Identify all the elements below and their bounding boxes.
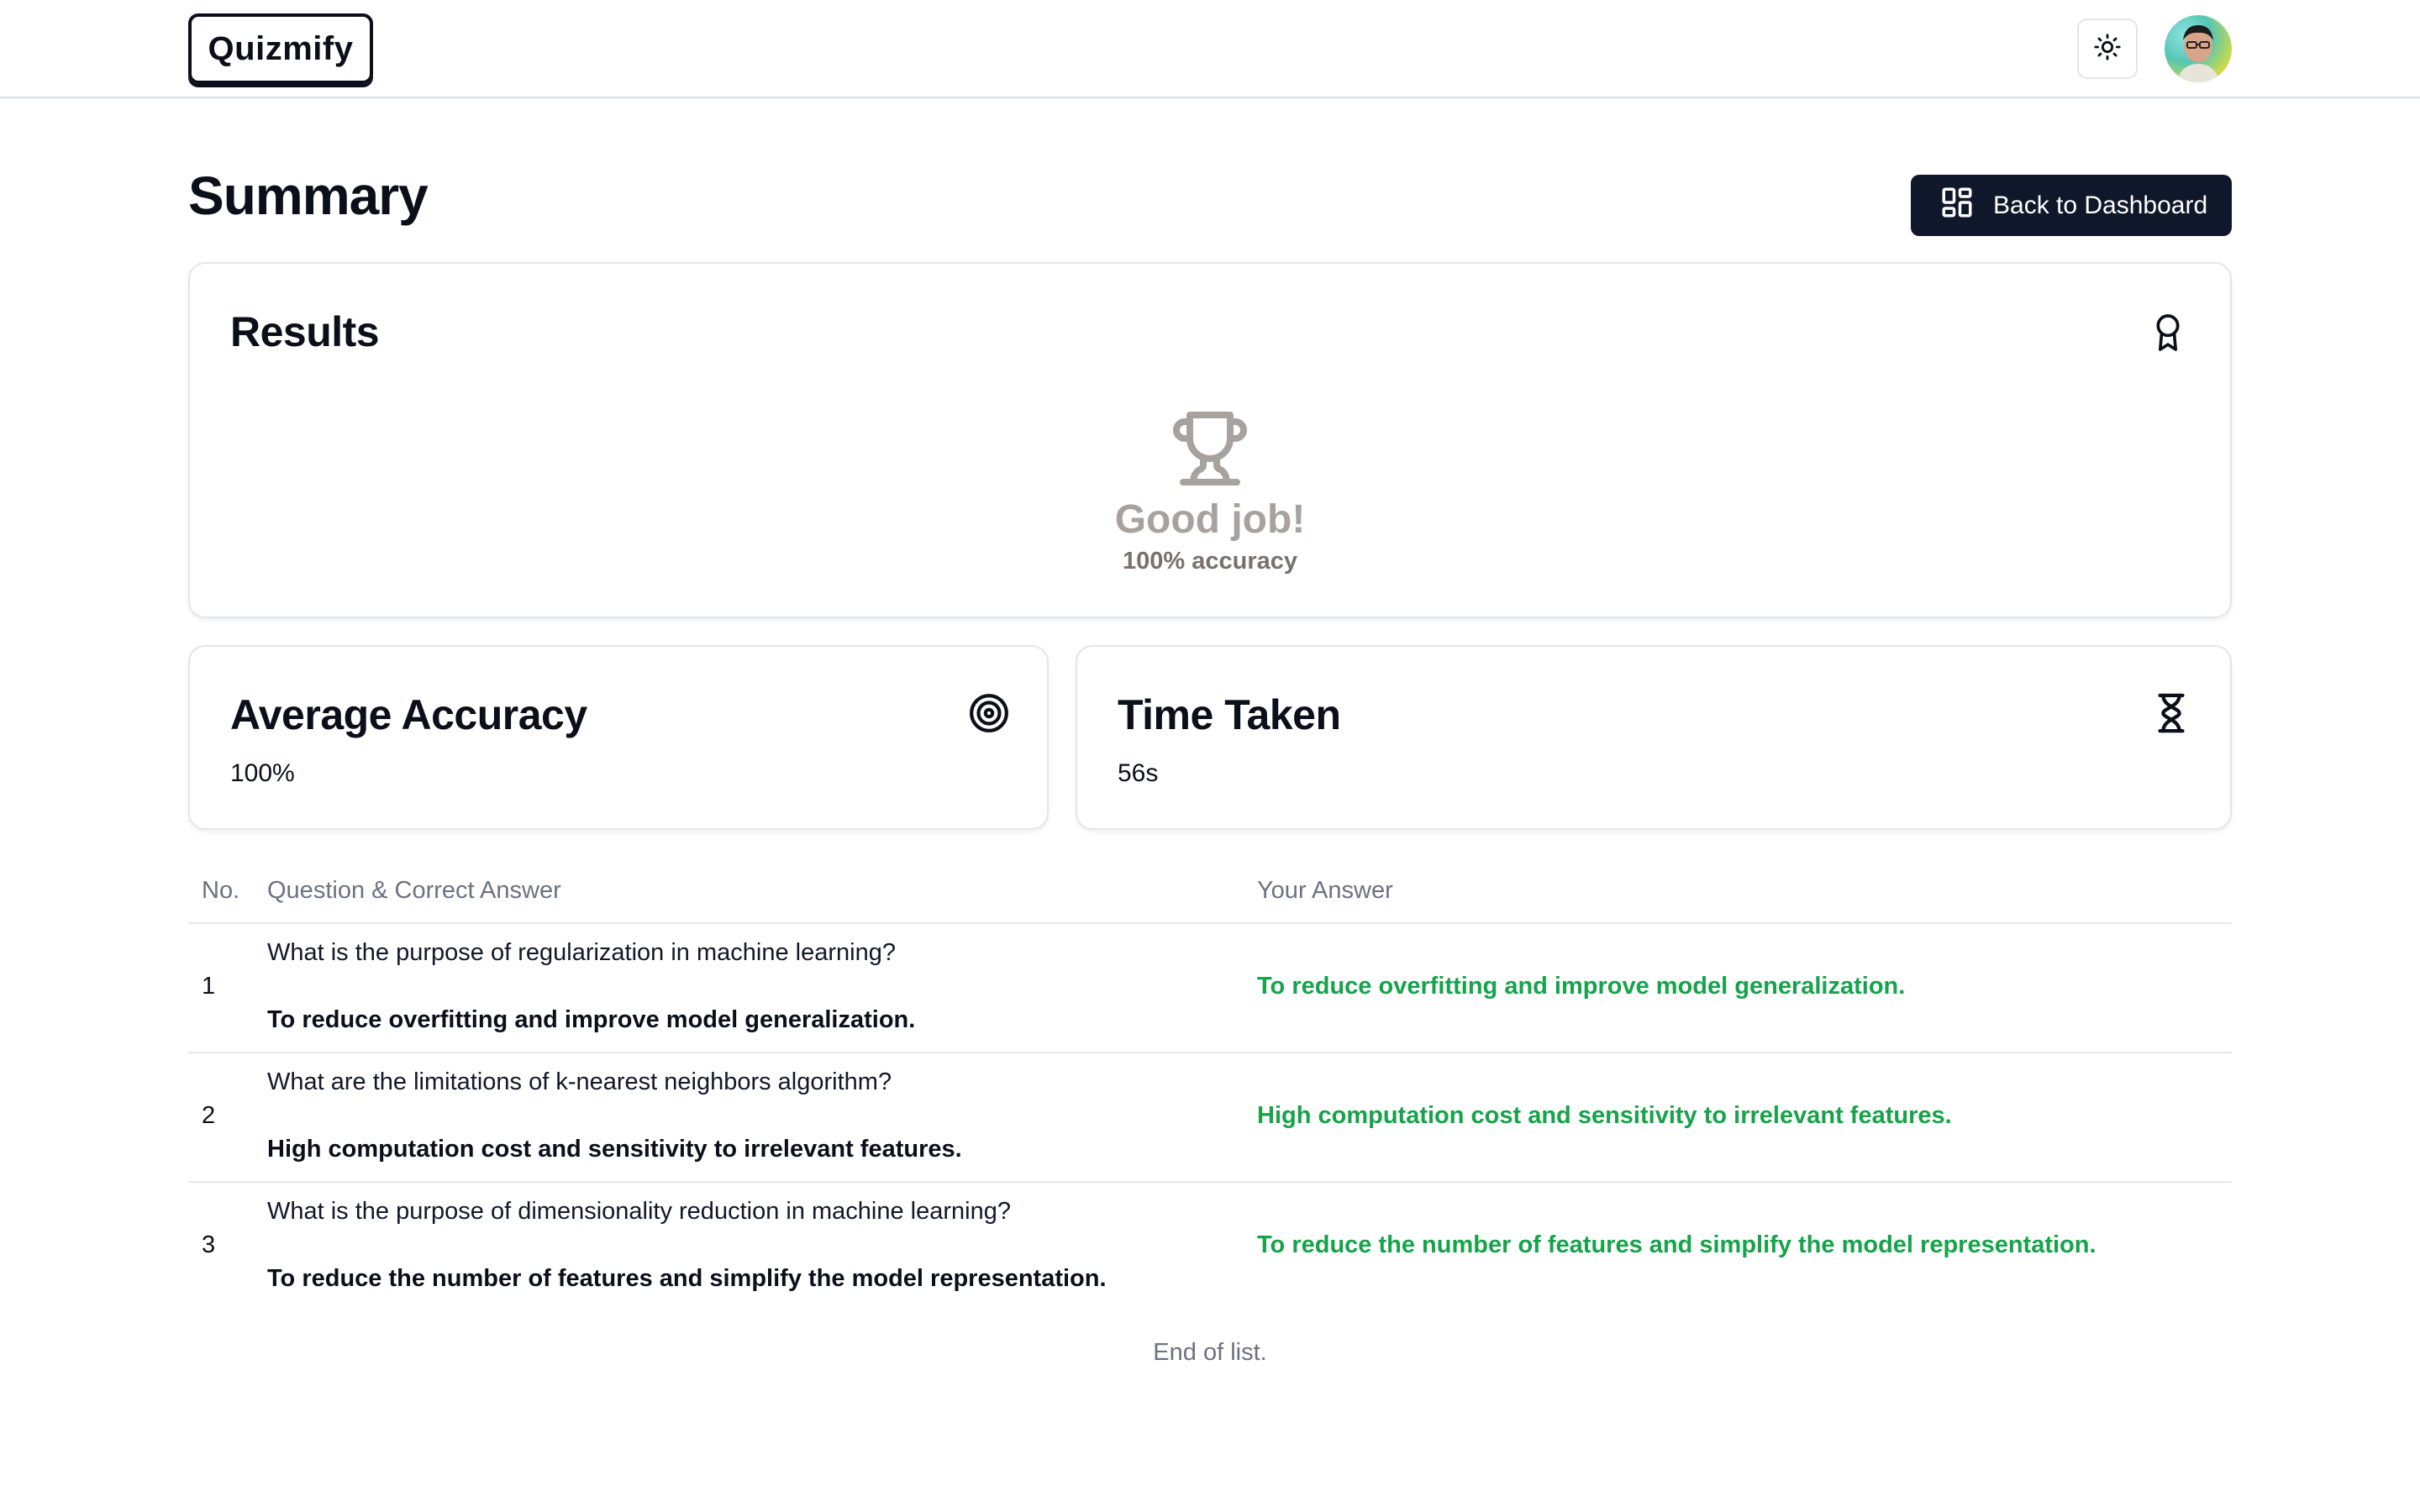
theme-toggle-button[interactable] (2077, 18, 2138, 79)
answers-table: No. Question & Correct Answer Your Answe… (188, 862, 2232, 1312)
target-icon (968, 692, 1010, 738)
back-to-dashboard-label: Back to Dashboard (1993, 191, 2208, 219)
user-avatar[interactable] (2165, 15, 2232, 82)
table-row: 2 What are the limitations of k-nearest … (188, 1053, 2232, 1183)
your-answer-text: To reduce the number of features and sim… (1257, 1231, 2096, 1258)
end-of-list-caption: End of list. (1153, 1339, 1267, 1366)
column-header-question: Question & Correct Answer (267, 877, 561, 904)
row-number: 3 (202, 1231, 216, 1258)
results-card: Results Good job! 100% accuracy (188, 262, 2232, 618)
time-taken-value: 56s (1118, 759, 1159, 787)
column-header-no: No. (202, 877, 240, 904)
table-row: 3 What is the purpose of dimensionality … (188, 1183, 2232, 1312)
average-accuracy-value: 100% (230, 759, 295, 787)
average-accuracy-card: Average Accuracy 100% (188, 645, 1049, 830)
quiz-summary-page: Quizmify Summary Back to Dashboard Resul… (0, 0, 2420, 1512)
top-navbar: Quizmify (0, 0, 2420, 98)
results-title: Results (230, 308, 380, 355)
row-number: 2 (202, 1102, 216, 1129)
question-text: What is the purpose of regularization in… (267, 939, 896, 966)
sun-icon (2093, 33, 2122, 66)
hourglass-icon (2154, 692, 2188, 738)
award-icon (2151, 312, 2185, 357)
correct-answer-text: High computation cost and sensitivity to… (267, 1136, 962, 1163)
results-summary: Good job! 100% accuracy (190, 408, 2230, 575)
question-text: What is the purpose of dimensionality re… (267, 1198, 1011, 1225)
row-number: 1 (202, 973, 216, 1000)
results-accuracy: 100% accuracy (1123, 548, 1297, 575)
page-title: Summary (188, 165, 429, 226)
results-message: Good job! (1114, 497, 1306, 542)
table-row: 1 What is the purpose of regularization … (188, 924, 2232, 1053)
correct-answer-text: To reduce the number of features and sim… (267, 1265, 1107, 1292)
dashboard-grid-icon (1939, 185, 1975, 227)
time-taken-title: Time Taken (1118, 691, 1341, 738)
table-header: No. Question & Correct Answer Your Answe… (188, 862, 2232, 924)
average-accuracy-title: Average Accuracy (230, 691, 587, 738)
your-answer-text: High computation cost and sensitivity to… (1257, 1102, 1952, 1129)
time-taken-card: Time Taken 56s (1076, 645, 2232, 830)
trophy-icon (1170, 408, 1250, 493)
back-to-dashboard-button[interactable]: Back to Dashboard (1911, 175, 2232, 236)
question-text: What are the limitations of k-nearest ne… (267, 1068, 892, 1095)
column-header-your-answer: Your Answer (1257, 877, 1393, 904)
app-logo[interactable]: Quizmify (188, 13, 373, 84)
your-answer-text: To reduce overfitting and improve model … (1257, 973, 1906, 1000)
correct-answer-text: To reduce overfitting and improve model … (267, 1006, 916, 1033)
